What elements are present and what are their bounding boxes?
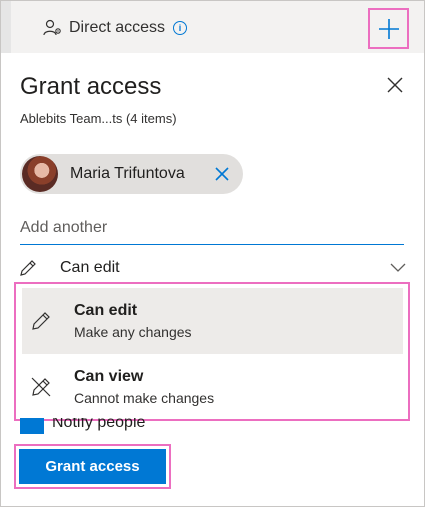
- notify-checkbox[interactable]: [20, 418, 44, 434]
- option-can-edit[interactable]: Can edit Make any changes: [22, 288, 403, 354]
- items-subtitle: Ablebits Team...ts (4 items): [20, 111, 177, 126]
- notify-people-row[interactable]: Notify people: [14, 418, 214, 434]
- header-bar: Direct access i: [1, 1, 424, 53]
- remove-recipient-close-icon[interactable]: [213, 165, 231, 183]
- add-access-button[interactable]: [368, 8, 409, 49]
- chevron-down-icon: [390, 263, 406, 272]
- permission-dropdown: Can edit Make any changes Can view Canno…: [14, 282, 410, 421]
- direct-access-label: Direct access: [69, 19, 166, 36]
- recipient-chip: Maria Trifuntova: [20, 154, 243, 194]
- direct-access-header[interactable]: Direct access i: [43, 18, 188, 38]
- option-title: Can edit: [74, 302, 138, 319]
- recipient-name: Maria Trifuntova: [70, 165, 185, 182]
- notify-label: Notify people: [52, 418, 146, 431]
- grant-button-highlight: Grant access: [14, 444, 171, 489]
- plus-icon: [378, 18, 399, 39]
- grant-access-button[interactable]: Grant access: [19, 449, 166, 484]
- option-description: Make any changes: [74, 324, 192, 340]
- panel-title: Grant access: [20, 73, 162, 100]
- info-icon[interactable]: i: [173, 21, 188, 35]
- option-can-view[interactable]: Can view Cannot make changes: [22, 354, 403, 420]
- pencil-icon: [32, 312, 50, 330]
- option-description: Cannot make changes: [74, 390, 215, 406]
- option-title: Can view: [74, 368, 144, 385]
- header-left-edge: [1, 1, 11, 53]
- pencil-icon: [20, 260, 36, 276]
- permission-selected-label: Can edit: [60, 259, 120, 276]
- close-icon[interactable]: [384, 74, 406, 96]
- people-settings-icon: [43, 19, 61, 36]
- avatar: [22, 156, 58, 192]
- add-another-input[interactable]: [20, 212, 404, 245]
- permission-selector[interactable]: Can edit: [18, 254, 406, 282]
- pencil-crossed-icon: [31, 377, 51, 397]
